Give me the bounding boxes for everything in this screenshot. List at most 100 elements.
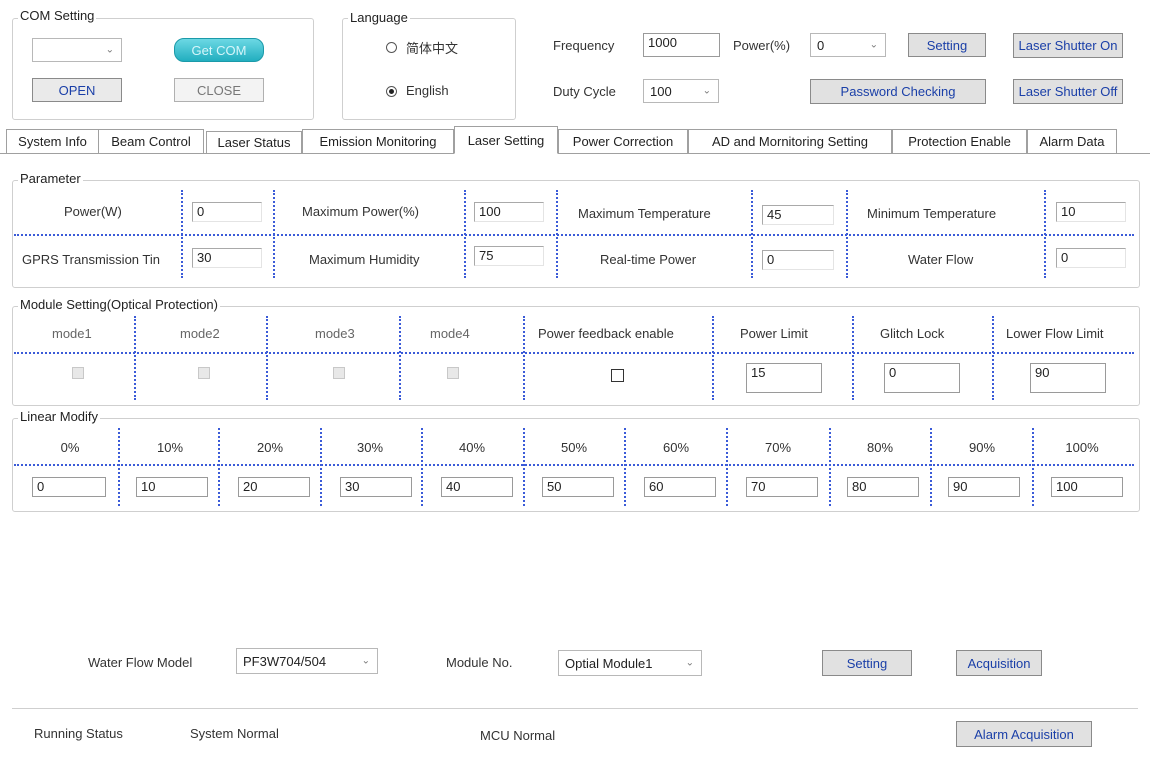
min-temperature-input[interactable]: 10 [1056, 202, 1126, 222]
com-port-select[interactable]: ⌄ [32, 38, 122, 62]
tab-laser-status[interactable]: Laser Status [206, 131, 302, 153]
gprs-transmission-input[interactable]: 30 [192, 248, 262, 268]
tab-protection-enable[interactable]: Protection Enable [892, 129, 1027, 153]
setting-button[interactable]: Setting [908, 33, 986, 57]
module-no-select[interactable]: Optial Module1 ⌄ [558, 650, 702, 676]
language-title: Language [348, 10, 410, 25]
linear-input-60[interactable]: 60 [644, 477, 716, 497]
duty-cycle-value: 100 [650, 83, 672, 99]
chevron-down-icon: ⌄ [105, 44, 114, 56]
power-percent-label: Power(%) [733, 38, 791, 53]
grid-line [1032, 428, 1034, 506]
laser-shutter-on-button[interactable]: Laser Shutter On [1013, 33, 1123, 58]
max-humidity-input[interactable]: 75 [474, 246, 544, 266]
grid-line [523, 316, 525, 400]
linear-header-80: 80% [866, 440, 894, 455]
max-temperature-input[interactable]: 45 [762, 205, 834, 225]
language-group [342, 18, 516, 120]
linear-header-30: 30% [356, 440, 384, 455]
password-checking-button[interactable]: Password Checking [810, 79, 986, 104]
close-button[interactable]: CLOSE [174, 78, 264, 102]
power-feedback-checkbox[interactable] [611, 369, 624, 382]
grid-line [726, 428, 728, 506]
module-no-label: Module No. [446, 655, 513, 670]
grid-line [992, 316, 994, 400]
glitch-lock-label: Glitch Lock [880, 326, 945, 341]
power-percent-select[interactable]: 0 ⌄ [810, 33, 886, 57]
bottom-setting-button[interactable]: Setting [822, 650, 912, 676]
linear-input-20[interactable]: 20 [238, 477, 310, 497]
mode4-label: mode4 [430, 326, 470, 341]
tab-emission-monitoring[interactable]: Emission Monitoring [302, 129, 454, 153]
glitch-lock-input[interactable]: 0 [884, 363, 960, 393]
linear-input-30[interactable]: 30 [340, 477, 412, 497]
water-flow-model-select[interactable]: PF3W704/504 ⌄ [236, 648, 378, 674]
max-power-input[interactable]: 100 [474, 202, 544, 222]
power-feedback-label: Power feedback enable [538, 326, 674, 341]
get-com-button[interactable]: Get COM [174, 38, 264, 62]
chevron-down-icon: ⌄ [702, 85, 711, 97]
water-flow-input[interactable]: 0 [1056, 248, 1126, 268]
linear-header-70: 70% [764, 440, 792, 455]
tab-beam-control[interactable]: Beam Control [98, 129, 204, 153]
realtime-power-label: Real-time Power [600, 252, 697, 267]
tab-system-info[interactable]: System Info [6, 129, 99, 153]
linear-input-90[interactable]: 90 [948, 477, 1020, 497]
chevron-down-icon: ⌄ [361, 655, 370, 667]
tab-ad-monitoring-setting[interactable]: AD and Mornitoring Setting [688, 129, 892, 153]
linear-input-100[interactable]: 100 [1051, 477, 1123, 497]
linear-input-40[interactable]: 40 [441, 477, 513, 497]
linear-input-70[interactable]: 70 [746, 477, 818, 497]
linear-header-20: 20% [256, 440, 284, 455]
tab-power-correction[interactable]: Power Correction [558, 129, 688, 153]
grid-line [421, 428, 423, 506]
mode1-checkbox [72, 367, 84, 379]
linear-modify-title: Linear Modify [18, 409, 101, 424]
tab-alarm-data[interactable]: Alarm Data [1027, 129, 1117, 153]
power-w-input[interactable]: 0 [192, 202, 262, 222]
power-limit-label: Power Limit [740, 326, 808, 341]
lower-flow-limit-input[interactable]: 90 [1030, 363, 1106, 393]
open-button[interactable]: OPEN [32, 78, 122, 102]
gprs-transmission-label: GPRS Transmission Tin [22, 252, 160, 267]
grid-line [14, 464, 1134, 466]
lower-flow-limit-label: Lower Flow Limit [1006, 326, 1104, 341]
linear-header-40: 40% [458, 440, 486, 455]
water-flow-model-label: Water Flow Model [88, 655, 193, 670]
linear-input-0[interactable]: 0 [32, 477, 106, 497]
linear-header-90: 90% [968, 440, 996, 455]
linear-header-100: 100% [1065, 440, 1099, 455]
frequency-label: Frequency [553, 38, 615, 53]
com-setting-group [12, 18, 314, 120]
grid-line [14, 234, 1134, 236]
duty-cycle-select[interactable]: 100 ⌄ [643, 79, 719, 103]
max-power-label: Maximum Power(%) [302, 204, 420, 219]
chinese-radio[interactable] [386, 42, 397, 53]
power-percent-value: 0 [817, 37, 825, 53]
power-w-label: Power(W) [64, 204, 122, 219]
linear-header-50: 50% [560, 440, 588, 455]
laser-shutter-off-button[interactable]: Laser Shutter Off [1013, 79, 1123, 104]
grid-line [134, 316, 136, 400]
realtime-power-input[interactable]: 0 [762, 250, 834, 270]
grid-line [852, 316, 854, 400]
english-label: English [406, 83, 449, 98]
mode2-checkbox [198, 367, 210, 379]
tab-laser-setting[interactable]: Laser Setting [454, 126, 558, 154]
linear-header-10: 10% [156, 440, 184, 455]
grid-line [930, 428, 932, 506]
acquisition-button[interactable]: Acquisition [956, 650, 1042, 676]
linear-input-50[interactable]: 50 [542, 477, 614, 497]
parameter-title: Parameter [18, 171, 83, 186]
linear-input-80[interactable]: 80 [847, 477, 919, 497]
power-limit-input[interactable]: 15 [746, 363, 822, 393]
grid-line [829, 428, 831, 506]
linear-input-10[interactable]: 10 [136, 477, 208, 497]
grid-line [218, 428, 220, 506]
alarm-acquisition-button[interactable]: Alarm Acquisition [956, 721, 1092, 747]
water-flow-model-value: PF3W704/504 [243, 653, 327, 669]
frequency-input[interactable]: 1000 [643, 33, 720, 57]
status-divider [12, 708, 1138, 709]
max-temperature-label: Maximum Temperature [578, 206, 711, 221]
english-radio[interactable] [386, 86, 397, 97]
